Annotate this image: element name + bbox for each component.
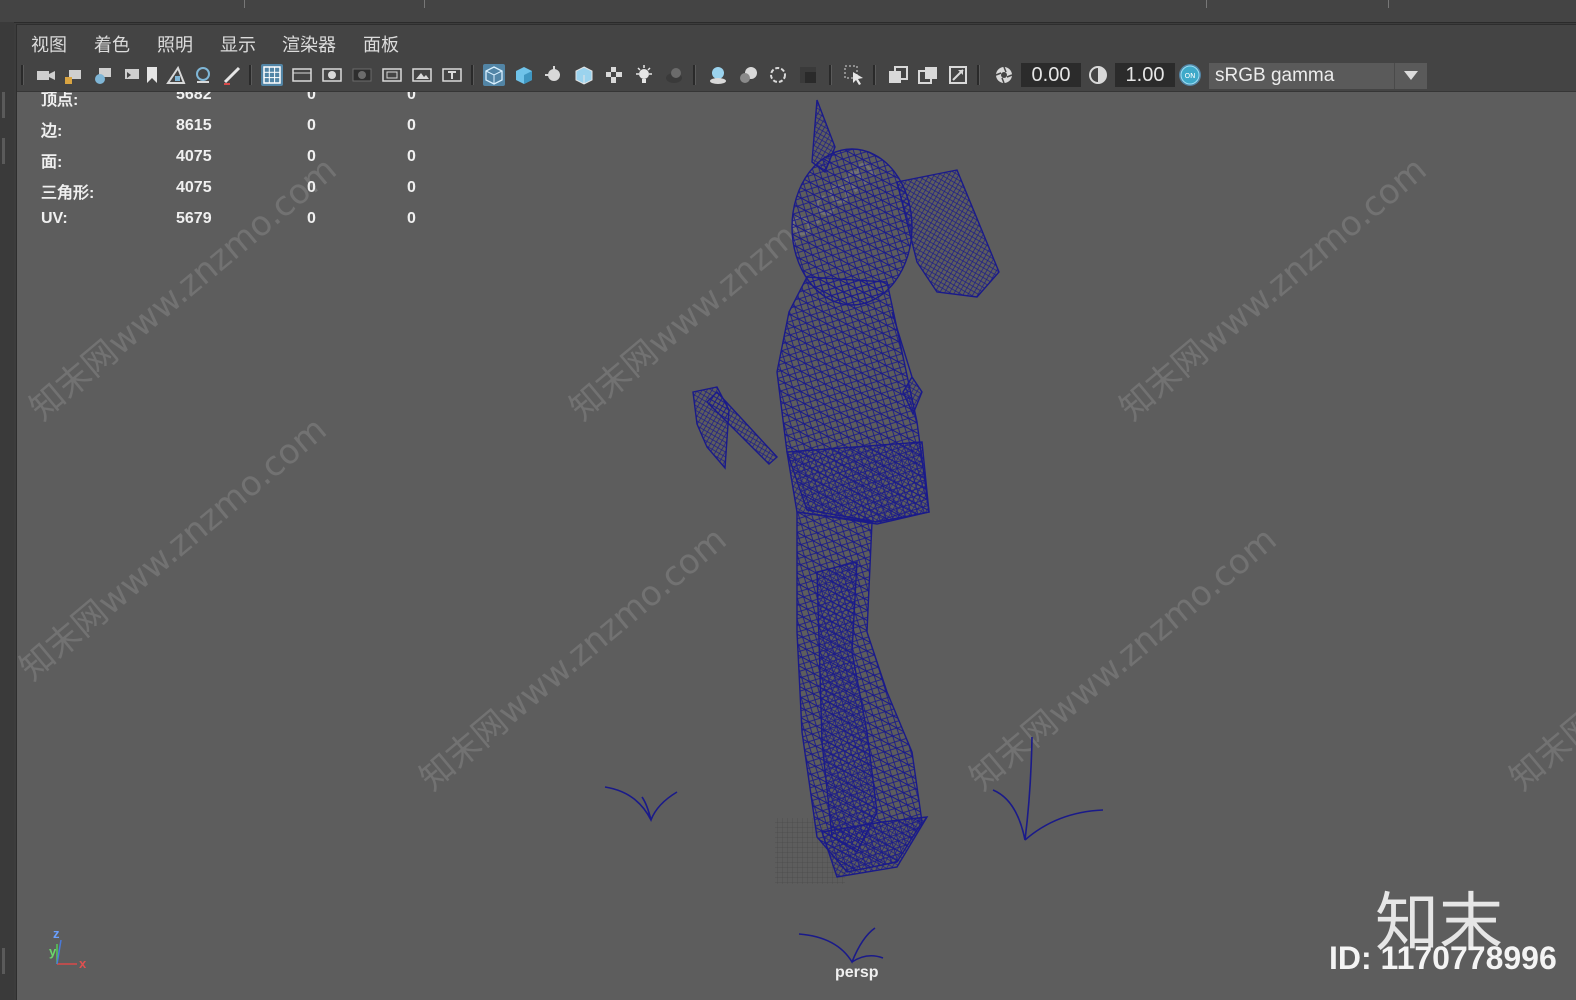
- chevron-down-icon[interactable]: [1394, 63, 1427, 89]
- menu-panels[interactable]: 面板: [363, 31, 399, 57]
- gamma-icon[interactable]: [1087, 64, 1109, 86]
- motion-blur-icon[interactable]: [737, 64, 759, 86]
- camera-icon[interactable]: [35, 64, 57, 86]
- axis-x-label: x: [79, 956, 87, 971]
- menu-show[interactable]: 显示: [220, 31, 256, 57]
- axis-z-label: z: [53, 928, 60, 941]
- wireframe-icon[interactable]: [483, 64, 505, 86]
- camera-lock-icon[interactable]: [63, 64, 85, 86]
- gamma-field[interactable]: 1.00: [1115, 63, 1175, 87]
- menu-lighting[interactable]: 照明: [157, 31, 193, 57]
- xray-active-icon[interactable]: [947, 64, 969, 86]
- pan-zoom-icon[interactable]: [193, 64, 215, 86]
- resolution-gate-icon[interactable]: [321, 64, 343, 86]
- grid-icon[interactable]: [261, 64, 283, 86]
- xray-icon[interactable]: [887, 64, 909, 86]
- default-material-icon[interactable]: [573, 64, 595, 86]
- menu-view[interactable]: 视图: [31, 31, 67, 57]
- gate-mask-icon[interactable]: [351, 64, 373, 86]
- color-management-icon[interactable]: ON: [1179, 64, 1201, 86]
- multisample-aa-icon[interactable]: [767, 64, 789, 86]
- field-chart-icon[interactable]: [381, 64, 403, 86]
- screen-space-ao-icon[interactable]: [707, 64, 729, 86]
- shadows-icon[interactable]: [663, 64, 685, 86]
- panel-menubar: 视图 着色 照明 显示 渲染器 面板: [17, 25, 1576, 59]
- bookmark-icon[interactable]: [141, 64, 163, 86]
- camera-label: persp: [835, 964, 879, 981]
- xray-joints-icon[interactable]: [917, 64, 939, 86]
- camera-attributes-icon[interactable]: [93, 64, 115, 86]
- smooth-shade-icon[interactable]: [513, 64, 535, 86]
- viewport-panel: 视图 着色 照明 显示 渲染器 面板 0.00 1.00 ON sRGB gam…: [16, 24, 1576, 1000]
- view-transform-select[interactable]: sRGB gamma: [1209, 63, 1427, 89]
- safe-title-icon[interactable]: [441, 64, 463, 86]
- menu-renderer[interactable]: 渲染器: [282, 31, 336, 57]
- menu-shading[interactable]: 着色: [94, 31, 130, 57]
- depth-of-field-icon[interactable]: [797, 64, 819, 86]
- axis-y-label: y: [49, 944, 57, 959]
- exposure-icon[interactable]: [993, 64, 1015, 86]
- 3d-viewport[interactable]: 知末网www.znzmo.com 知末网www.znzmo.com 知末网www…: [17, 92, 1576, 1000]
- top-strip: [0, 0, 1576, 23]
- panel-toolbar: 0.00 1.00 ON sRGB gamma: [17, 59, 1576, 92]
- image-plane-icon[interactable]: [165, 64, 187, 86]
- character-mesh: [692, 99, 1000, 878]
- film-gate-icon[interactable]: [291, 64, 313, 86]
- textured-icon[interactable]: [603, 64, 625, 86]
- axis-indicator: z y x: [49, 928, 87, 971]
- lights-icon[interactable]: [633, 64, 655, 86]
- view-transform-value: sRGB gamma: [1215, 65, 1335, 86]
- safe-action-icon[interactable]: [411, 64, 433, 86]
- exposure-field[interactable]: 0.00: [1021, 63, 1081, 87]
- brand-id: ID: 1170778996: [1329, 940, 1557, 976]
- camera-bookmark-icon[interactable]: [121, 64, 143, 86]
- wireframe-on-shaded-icon[interactable]: [543, 64, 565, 86]
- grease-pencil-icon[interactable]: [221, 64, 243, 86]
- left-rail: [0, 22, 14, 1000]
- wireframe-model[interactable]: [17, 92, 1576, 1000]
- color-management-badge: ON: [1185, 72, 1196, 80]
- isolate-select-icon[interactable]: [843, 64, 865, 86]
- maya-window: 视图 着色 照明 显示 渲染器 面板 0.00 1.00 ON sRGB gam…: [0, 0, 1576, 1000]
